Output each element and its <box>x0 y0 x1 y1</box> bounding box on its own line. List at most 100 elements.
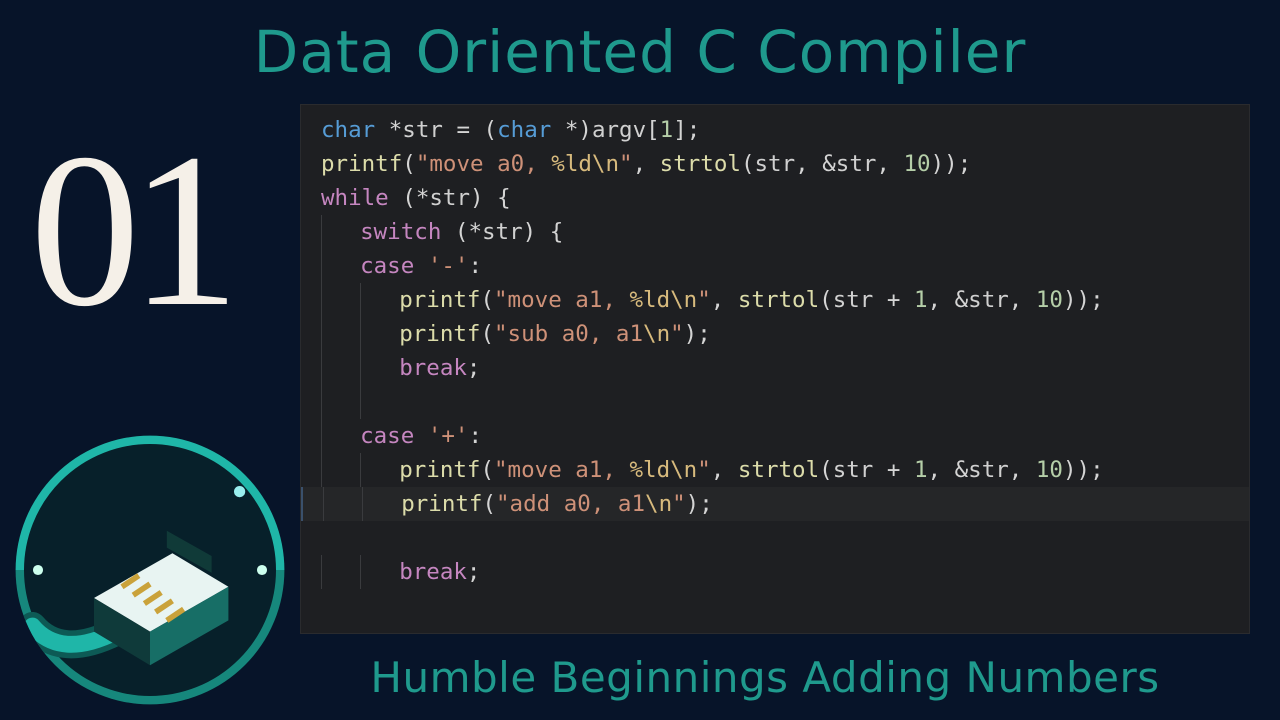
token-id: str <box>833 287 874 313</box>
token-kw: while <box>321 185 389 211</box>
token-kw: break <box>399 559 467 585</box>
page-title: Data Oriented C Compiler <box>0 18 1280 86</box>
token-op: * <box>375 117 402 143</box>
code-line: printf("move a1, %ld\n", strtol(str + 1,… <box>321 457 1104 483</box>
token-punc: ; <box>467 559 481 585</box>
token-str: '+' <box>428 423 469 449</box>
token-str: " <box>619 151 633 177</box>
token-num: 10 <box>1036 287 1063 313</box>
token-punc: )); <box>1063 287 1104 313</box>
code-line: while (*str) { <box>321 185 511 211</box>
token-punc: [ <box>646 117 660 143</box>
token-esc: \n <box>645 491 672 517</box>
token-op: + <box>873 287 914 313</box>
token-punc: ]; <box>673 117 700 143</box>
token-amp: & <box>822 151 836 177</box>
token-str: " <box>697 287 711 313</box>
token-punc <box>414 423 428 449</box>
token-punc: ( <box>819 457 833 483</box>
token-id: argv <box>592 117 646 143</box>
indent-guide-icon <box>321 453 322 487</box>
token-punc: ( <box>480 287 494 313</box>
token-punc: ( <box>402 151 416 177</box>
indent-guide-icon <box>362 487 363 521</box>
token-kw: case <box>360 253 414 279</box>
token-kw: break <box>399 355 467 381</box>
token-fn: printf <box>399 457 480 483</box>
code-line <box>321 389 399 415</box>
token-id: str <box>755 151 796 177</box>
token-op: = ( <box>443 117 497 143</box>
token-id: str <box>968 457 1009 483</box>
code-line: case '-': <box>321 253 482 279</box>
token-punc: ( <box>480 321 494 347</box>
code-line: printf("sub a0, a1\n"); <box>321 321 711 347</box>
indent-guide-icon <box>321 385 322 419</box>
token-op: *) <box>551 117 592 143</box>
code-line: case '+': <box>321 423 482 449</box>
code-content: char *str = (char *)argv[1]; printf("mov… <box>301 105 1249 597</box>
token-esc: \n <box>643 321 670 347</box>
token-amp: & <box>955 287 969 313</box>
code-line: printf("add a0, a1\n"); <box>301 487 1249 521</box>
indent-guide-icon <box>321 215 322 249</box>
token-esc: %ld\n <box>629 287 697 313</box>
token-punc: : <box>468 253 482 279</box>
token-str: '-' <box>428 253 469 279</box>
token-punc: : <box>468 423 482 449</box>
token-type: char <box>321 117 375 143</box>
indent-guide-icon <box>360 385 361 419</box>
page-subtitle: Humble Beginnings Adding Numbers <box>280 653 1250 702</box>
token-id: str <box>402 117 443 143</box>
token-num: 10 <box>1036 457 1063 483</box>
token-kw: switch <box>360 219 441 245</box>
indent-guide-icon <box>360 453 361 487</box>
code-line: char *str = (char *)argv[1]; <box>321 117 700 143</box>
token-op: + <box>873 457 914 483</box>
token-punc: ); <box>684 321 711 347</box>
episode-number: 01 <box>30 120 230 340</box>
code-editor: char *str = (char *)argv[1]; printf("mov… <box>300 104 1250 634</box>
token-fn: strtol <box>738 287 819 313</box>
token-fn: printf <box>401 491 482 517</box>
token-punc: ; <box>467 355 481 381</box>
code-line: printf("move a0, %ld\n", strtol(str, &st… <box>321 151 971 177</box>
code-line: printf("move a1, %ld\n", strtol(str + 1,… <box>321 287 1104 313</box>
token-punc: ) { <box>470 185 511 211</box>
token-punc: )); <box>931 151 972 177</box>
token-str: "move a0, <box>416 151 551 177</box>
token-esc: %ld\n <box>551 151 619 177</box>
token-punc: ); <box>686 491 713 517</box>
token-fn: strtol <box>738 457 819 483</box>
code-line: switch (*str) { <box>321 219 563 245</box>
indent-guide-icon <box>360 283 361 317</box>
token-amp: & <box>955 457 969 483</box>
token-punc: , <box>928 287 955 313</box>
token-punc: ( <box>480 457 494 483</box>
indent-guide-icon <box>321 419 322 453</box>
token-fn: printf <box>321 151 402 177</box>
token-id: str <box>836 151 877 177</box>
token-fn: printf <box>399 321 480 347</box>
token-punc: , <box>711 457 738 483</box>
token-str: " <box>697 457 711 483</box>
token-num: 1 <box>914 457 928 483</box>
token-punc: , <box>633 151 660 177</box>
token-num: 1 <box>660 117 674 143</box>
indent-guide-icon <box>321 555 322 589</box>
token-fn: strtol <box>660 151 741 177</box>
token-str: "move a1, <box>494 287 629 313</box>
code-line: break; <box>321 355 480 381</box>
token-num: 1 <box>914 287 928 313</box>
token-id: str <box>482 219 523 245</box>
token-punc: , <box>876 151 903 177</box>
token-str: "add a0, a1 <box>496 491 645 517</box>
indent-guide-icon <box>360 555 361 589</box>
indent-guide-icon <box>360 351 361 385</box>
token-kw: case <box>360 423 414 449</box>
token-str: " <box>670 321 684 347</box>
token-str: "sub a0, a1 <box>494 321 643 347</box>
token-str: "move a1, <box>494 457 629 483</box>
token-esc: %ld\n <box>629 457 697 483</box>
token-type: char <box>497 117 551 143</box>
